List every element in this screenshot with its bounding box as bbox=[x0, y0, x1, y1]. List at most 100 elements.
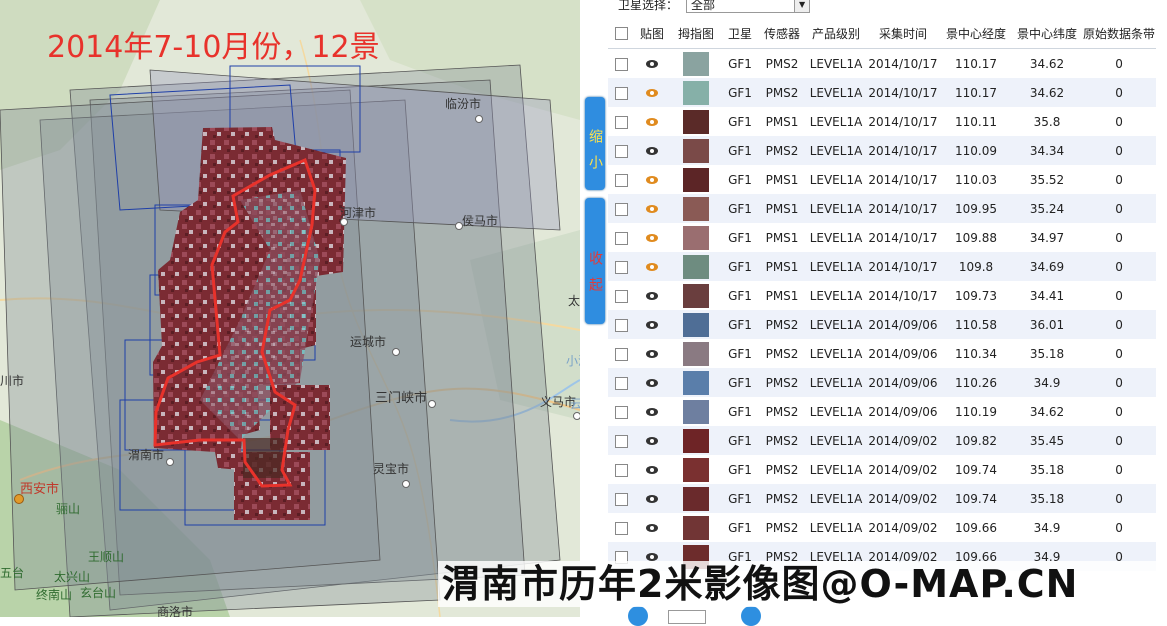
row-checkbox[interactable] bbox=[608, 426, 634, 455]
eye-icon[interactable] bbox=[646, 524, 658, 532]
collapse-button[interactable]: 收起 bbox=[585, 198, 605, 324]
chevron-down-icon[interactable]: ▼ bbox=[794, 0, 810, 12]
eye-icon[interactable] bbox=[634, 165, 670, 194]
eye-icon[interactable] bbox=[634, 397, 670, 426]
eye-icon[interactable] bbox=[646, 466, 658, 474]
eye-icon[interactable] bbox=[634, 78, 670, 107]
thumbnail[interactable] bbox=[683, 196, 709, 221]
table-row[interactable]: GF1 PMS1 LEVEL1A 2014/10/17 110.03 35.52 0 bbox=[608, 165, 1156, 194]
table-row[interactable]: GF1 PMS2 LEVEL1A 2014/09/02 109.66 34.9 0 bbox=[608, 513, 1156, 542]
row-checkbox[interactable] bbox=[608, 513, 634, 542]
thumbnail[interactable] bbox=[683, 167, 709, 192]
thumbnail[interactable] bbox=[683, 51, 709, 76]
thumbnail[interactable] bbox=[683, 428, 709, 453]
table-row[interactable]: GF1 PMS2 LEVEL1A 2014/09/02 109.74 35.18 0 bbox=[608, 455, 1156, 484]
map-view[interactable]: 2014年7-10月份，12景 临汾市 河津市 侯马市 太 运城市 小浪 三门峡… bbox=[0, 0, 580, 617]
eye-icon[interactable] bbox=[646, 263, 658, 271]
row-checkbox[interactable] bbox=[608, 397, 634, 426]
thumbnail-image[interactable] bbox=[670, 397, 722, 426]
checkbox-icon[interactable] bbox=[614, 202, 628, 216]
eye-icon[interactable] bbox=[646, 437, 658, 445]
row-checkbox[interactable] bbox=[608, 252, 634, 281]
thumbnail[interactable] bbox=[683, 138, 709, 163]
eye-icon[interactable] bbox=[634, 252, 670, 281]
eye-icon[interactable] bbox=[646, 147, 658, 155]
row-checkbox[interactable] bbox=[608, 136, 634, 165]
row-checkbox[interactable] bbox=[608, 165, 634, 194]
thumbnail-image[interactable] bbox=[670, 513, 722, 542]
thumbnail-image[interactable] bbox=[670, 194, 722, 223]
row-checkbox[interactable] bbox=[608, 223, 634, 252]
eye-icon[interactable] bbox=[646, 118, 658, 126]
table-row[interactable]: GF1 PMS2 LEVEL1A 2014/09/06 110.19 34.62 0 bbox=[608, 397, 1156, 426]
checkbox-icon[interactable] bbox=[614, 260, 628, 274]
row-checkbox[interactable] bbox=[608, 368, 634, 397]
checkbox-icon[interactable] bbox=[614, 173, 628, 187]
row-checkbox[interactable] bbox=[608, 484, 634, 513]
eye-icon[interactable] bbox=[634, 136, 670, 165]
table-row[interactable]: GF1 PMS2 LEVEL1A 2014/09/06 110.34 35.18 0 bbox=[608, 339, 1156, 368]
checkbox-icon[interactable] bbox=[614, 289, 628, 303]
eye-icon[interactable] bbox=[646, 495, 658, 503]
row-checkbox[interactable] bbox=[608, 78, 634, 107]
eye-icon[interactable] bbox=[634, 484, 670, 513]
thumbnail-image[interactable] bbox=[670, 339, 722, 368]
checkbox-icon[interactable] bbox=[614, 434, 628, 448]
thumbnail-image[interactable] bbox=[670, 252, 722, 281]
eye-icon[interactable] bbox=[646, 379, 658, 387]
zoom-out-button[interactable]: 缩小 bbox=[585, 97, 605, 190]
checkbox-icon[interactable] bbox=[614, 463, 628, 477]
checkbox-icon[interactable] bbox=[614, 347, 628, 361]
thumbnail[interactable] bbox=[683, 254, 709, 279]
eye-icon[interactable] bbox=[646, 89, 658, 97]
row-checkbox[interactable] bbox=[608, 194, 634, 223]
table-row[interactable]: GF1 PMS2 LEVEL1A 2014/10/17 110.17 34.62 0 bbox=[608, 49, 1156, 79]
table-row[interactable]: GF1 PMS2 LEVEL1A 2014/10/17 110.09 34.34 0 bbox=[608, 136, 1157, 165]
checkbox-icon[interactable] bbox=[614, 115, 628, 129]
eye-icon[interactable] bbox=[634, 455, 670, 484]
page-input[interactable] bbox=[668, 610, 706, 624]
thumbnail[interactable] bbox=[683, 283, 709, 308]
eye-icon[interactable] bbox=[634, 426, 670, 455]
thumbnail-image[interactable] bbox=[670, 136, 722, 165]
next-page-button[interactable] bbox=[741, 606, 761, 626]
eye-icon[interactable] bbox=[634, 194, 670, 223]
thumbnail-image[interactable] bbox=[670, 426, 722, 455]
thumbnail-image[interactable] bbox=[670, 107, 722, 136]
checkbox-icon[interactable] bbox=[614, 492, 628, 506]
row-checkbox[interactable] bbox=[608, 107, 634, 136]
row-checkbox[interactable] bbox=[608, 455, 634, 484]
eye-icon[interactable] bbox=[646, 321, 658, 329]
table-row[interactable]: GF1 PMS1 LEVEL1A 2014/10/17 109.73 34.41 0 bbox=[608, 281, 1156, 310]
row-checkbox[interactable] bbox=[608, 281, 634, 310]
thumbnail[interactable] bbox=[683, 80, 709, 105]
prev-page-button[interactable] bbox=[628, 606, 648, 626]
thumbnail[interactable] bbox=[683, 225, 709, 250]
checkbox-icon[interactable] bbox=[614, 405, 628, 419]
eye-icon[interactable] bbox=[634, 310, 670, 339]
eye-icon[interactable] bbox=[634, 107, 670, 136]
eye-icon[interactable] bbox=[646, 60, 658, 68]
table-row[interactable]: GF1 PMS1 LEVEL1A 2014/10/17 109.95 35.24 0 bbox=[608, 194, 1157, 223]
thumbnail[interactable] bbox=[683, 341, 709, 366]
eye-icon[interactable] bbox=[634, 281, 670, 310]
table-row[interactable]: GF1 PMS2 LEVEL1A 2014/09/02 109.74 35.18 0 bbox=[608, 484, 1157, 513]
eye-icon[interactable] bbox=[646, 408, 658, 416]
thumbnail[interactable] bbox=[683, 399, 709, 424]
checkbox-icon[interactable] bbox=[614, 231, 628, 245]
eye-icon[interactable] bbox=[646, 176, 658, 184]
row-checkbox[interactable] bbox=[608, 310, 634, 339]
eye-icon[interactable] bbox=[634, 368, 670, 397]
table-row[interactable]: GF1 PMS1 LEVEL1A 2014/10/17 109.88 34.97 0 bbox=[608, 223, 1156, 252]
table-row[interactable]: GF1 PMS2 LEVEL1A 2014/09/06 110.58 36.01 0 bbox=[608, 310, 1157, 339]
thumbnail-image[interactable] bbox=[670, 310, 722, 339]
thumbnail-image[interactable] bbox=[670, 78, 722, 107]
eye-icon[interactable] bbox=[646, 350, 658, 358]
checkbox-icon[interactable] bbox=[614, 521, 628, 535]
checkbox-icon[interactable] bbox=[614, 144, 628, 158]
thumbnail[interactable] bbox=[683, 312, 709, 337]
thumbnail[interactable] bbox=[683, 370, 709, 395]
eye-icon[interactable] bbox=[646, 292, 658, 300]
eye-icon[interactable] bbox=[646, 205, 658, 213]
eye-icon[interactable] bbox=[646, 234, 658, 242]
